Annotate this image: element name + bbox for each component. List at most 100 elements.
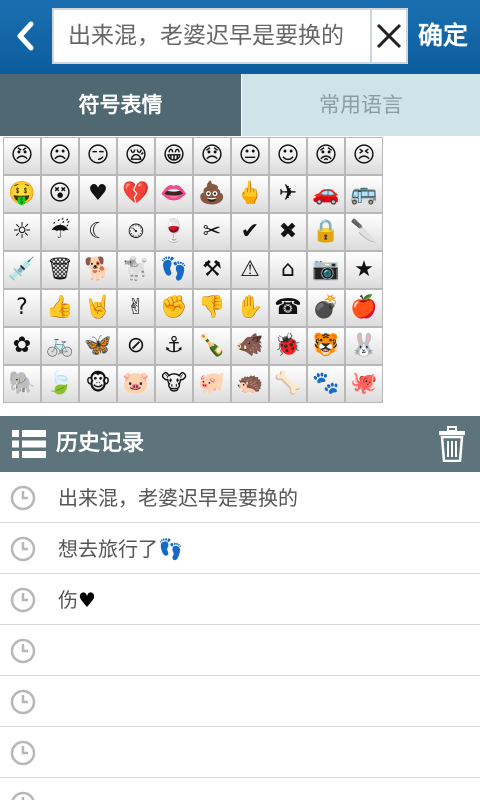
emoji-key-clock[interactable]: ⏲ bbox=[117, 213, 155, 251]
history-row[interactable]: 出来混，老婆迟早是要换的 bbox=[0, 472, 480, 523]
emoji-key-tiger-face[interactable]: 🐯 bbox=[307, 327, 345, 365]
emoji-key-bus[interactable]: 🚌 bbox=[345, 175, 383, 213]
tab-common-phrases[interactable]: 常用语言 bbox=[241, 74, 480, 136]
emoji-key-syringe[interactable]: 💉 bbox=[3, 251, 41, 289]
emoji-key-smile-face[interactable]: ☺ bbox=[269, 137, 307, 175]
emoji-key-money-face[interactable]: 🤑 bbox=[3, 175, 41, 213]
emoji-key-bug[interactable]: 🐞 bbox=[269, 327, 307, 365]
emoji-key-pig[interactable]: 🐖 bbox=[193, 365, 231, 403]
emoji-key-butterfly[interactable]: 🦋 bbox=[79, 327, 117, 365]
emoji-key-dog[interactable]: 🐕 bbox=[79, 251, 117, 289]
emoji-key-rock-hand[interactable]: 🤘 bbox=[79, 289, 117, 327]
emoji-key-pig-head[interactable]: 🐗 bbox=[231, 327, 269, 365]
emoji-key-no-sign[interactable]: ⊘ bbox=[117, 327, 155, 365]
emoji-key-broken-heart[interactable]: 💔 bbox=[117, 175, 155, 213]
emoji-key-smirk-face[interactable]: 😏 bbox=[79, 137, 117, 175]
emoji-key-poop[interactable]: 💩 bbox=[193, 175, 231, 213]
history-row[interactable] bbox=[0, 727, 480, 778]
confirm-button[interactable]: 确定 bbox=[410, 8, 476, 64]
emoji-key-elephant[interactable]: 🐘 bbox=[3, 365, 41, 403]
emoji-key-moon[interactable]: ☾ bbox=[79, 213, 117, 251]
emoji-key-neutral-face[interactable]: 😐 bbox=[231, 137, 269, 175]
emoji-panel: 😠 ☹ 😏 😪 😁 😞 😐 ☺ 😟 😣 🤑 😵 ♥ 💔 👄 💩 🖕 ✈ 🚗 🚌 ☼ ☔ ☾ ⏲ 🍷 ✂ ✔ ✖ 🔒 🔪 💉 🗑 🐕 🐩 👣 ⚒ ⚠ ⌂ 📷 ★… bbox=[0, 136, 480, 416]
emoji-key-apple[interactable]: 🍎 bbox=[345, 289, 383, 327]
emoji-key-bone[interactable]: 🦴 bbox=[269, 365, 307, 403]
search-input[interactable]: 出来混，老婆迟早是要换的 bbox=[68, 10, 368, 62]
emoji-key-paw-print[interactable]: 🐾 bbox=[307, 365, 345, 403]
emoji-key-knife[interactable]: 🔪 bbox=[345, 213, 383, 251]
history-phrase: 伤 bbox=[58, 588, 78, 612]
emoji-key-dizzy-face[interactable]: 😵 bbox=[41, 175, 79, 213]
emoji-key-cow-face[interactable]: 🐮 bbox=[155, 365, 193, 403]
emoji-key-rabbit[interactable]: 🐰 bbox=[345, 327, 383, 365]
emoji-key-flip-flops[interactable]: 👣 bbox=[155, 251, 193, 289]
smirk-face-icon: 😏 bbox=[86, 143, 110, 168]
history-row[interactable] bbox=[0, 676, 480, 727]
tab-symbol-emoji[interactable]: 符号表情 bbox=[0, 74, 241, 136]
search-box[interactable]: 出来混，老婆迟早是要换的 bbox=[52, 8, 408, 64]
emoji-key-x-mark[interactable]: ✖ bbox=[269, 213, 307, 251]
emoji-key-sad-face[interactable]: 😞 bbox=[193, 137, 231, 175]
emoji-key-fist[interactable]: ✊ bbox=[155, 289, 193, 327]
emoji-key-sun[interactable]: ☼ bbox=[3, 213, 41, 251]
emoji-key-monkey[interactable]: 🐵 bbox=[79, 365, 117, 403]
emoji-key-thumbs-up[interactable]: 👍 bbox=[41, 289, 79, 327]
clear-button[interactable] bbox=[370, 10, 406, 62]
elephant-icon: 🐘 bbox=[8, 371, 36, 396]
emoji-key-sleepy-face[interactable]: 😪 bbox=[117, 137, 155, 175]
emoji-key-check-mark[interactable]: ✔ bbox=[231, 213, 269, 251]
emoji-key-axe[interactable]: ⚒ bbox=[193, 251, 231, 289]
emoji-key-car[interactable]: 🚗 bbox=[307, 175, 345, 213]
emoji-key-bicycle[interactable]: 🚲 bbox=[41, 327, 79, 365]
emoji-key-rain-cloud[interactable]: ☔ bbox=[41, 213, 79, 251]
emoji-key-cannon[interactable]: 💣 bbox=[307, 289, 345, 327]
emoji-key-raised-hand[interactable]: ✋ bbox=[231, 289, 269, 327]
moon-icon: ☾ bbox=[88, 219, 108, 244]
thumbs-down-icon: 👎 bbox=[198, 295, 226, 320]
clock-icon bbox=[10, 638, 36, 664]
history-row[interactable] bbox=[0, 625, 480, 676]
emoji-key-leaf[interactable]: 🍃 bbox=[41, 365, 79, 403]
emoji-key-scissors[interactable]: ✂ bbox=[193, 213, 231, 251]
emoji-key-hippo[interactable]: 🐷 bbox=[117, 365, 155, 403]
emoji-key-wine-glass[interactable]: 🍷 bbox=[155, 213, 193, 251]
history-row[interactable]: 伤♥ bbox=[0, 574, 480, 625]
emoji-key-flower[interactable]: ✿ bbox=[3, 327, 41, 365]
fist-icon: ✊ bbox=[160, 295, 188, 320]
emoji-key-heart[interactable]: ♥ bbox=[79, 175, 117, 213]
trash-icon[interactable] bbox=[438, 426, 466, 462]
emoji-key-camera[interactable]: 📷 bbox=[307, 251, 345, 289]
sleepy-face-icon: 😪 bbox=[124, 143, 148, 168]
history-row[interactable] bbox=[0, 778, 480, 800]
emoji-key-hedgehog[interactable]: 🦔 bbox=[231, 365, 269, 403]
dog-icon: 🐕 bbox=[84, 257, 112, 282]
emoji-key-peace-hand[interactable]: ✌ bbox=[117, 289, 155, 327]
emoji-key-octopus[interactable]: 🐙 bbox=[345, 365, 383, 403]
emoji-key-running-dog[interactable]: 🐩 bbox=[117, 251, 155, 289]
emoji-key-grin-face[interactable]: 😁 bbox=[155, 137, 193, 175]
emoji-key-angry-face[interactable]: 😠 bbox=[3, 137, 41, 175]
emoji-key-question-mark[interactable]: ? bbox=[3, 289, 41, 327]
car-icon: 🚗 bbox=[312, 181, 340, 206]
emoji-key-middle-finger[interactable]: 🖕 bbox=[231, 175, 269, 213]
emoji-key-worried-face[interactable]: 😟 bbox=[307, 137, 345, 175]
emoji-key-anchor[interactable]: ⚓ bbox=[155, 327, 193, 365]
raised-hand-icon: ✋ bbox=[236, 295, 264, 320]
emoji-key-cross-face[interactable]: 😣 bbox=[345, 137, 383, 175]
back-button[interactable] bbox=[6, 10, 46, 62]
emoji-key-star[interactable]: ★ bbox=[345, 251, 383, 289]
clock-icon bbox=[10, 536, 36, 562]
emoji-key-lips[interactable]: 👄 bbox=[155, 175, 193, 213]
emoji-key-frown-face[interactable]: ☹ bbox=[41, 137, 79, 175]
emoji-key-warning[interactable]: ⚠ bbox=[231, 251, 269, 289]
emoji-key-airplane[interactable]: ✈ bbox=[269, 175, 307, 213]
emoji-key-lock[interactable]: 🔒 bbox=[307, 213, 345, 251]
emoji-key-bottles[interactable]: 🍾 bbox=[193, 327, 231, 365]
emoji-key-phone[interactable]: ☎ bbox=[269, 289, 307, 327]
heart-icon: ♥ bbox=[88, 181, 108, 206]
emoji-key-trash-can[interactable]: 🗑 bbox=[41, 251, 79, 289]
emoji-key-thumbs-down[interactable]: 👎 bbox=[193, 289, 231, 327]
history-row[interactable]: 想去旅行了👣 bbox=[0, 523, 480, 574]
emoji-key-house[interactable]: ⌂ bbox=[269, 251, 307, 289]
octopus-icon: 🐙 bbox=[350, 371, 378, 396]
